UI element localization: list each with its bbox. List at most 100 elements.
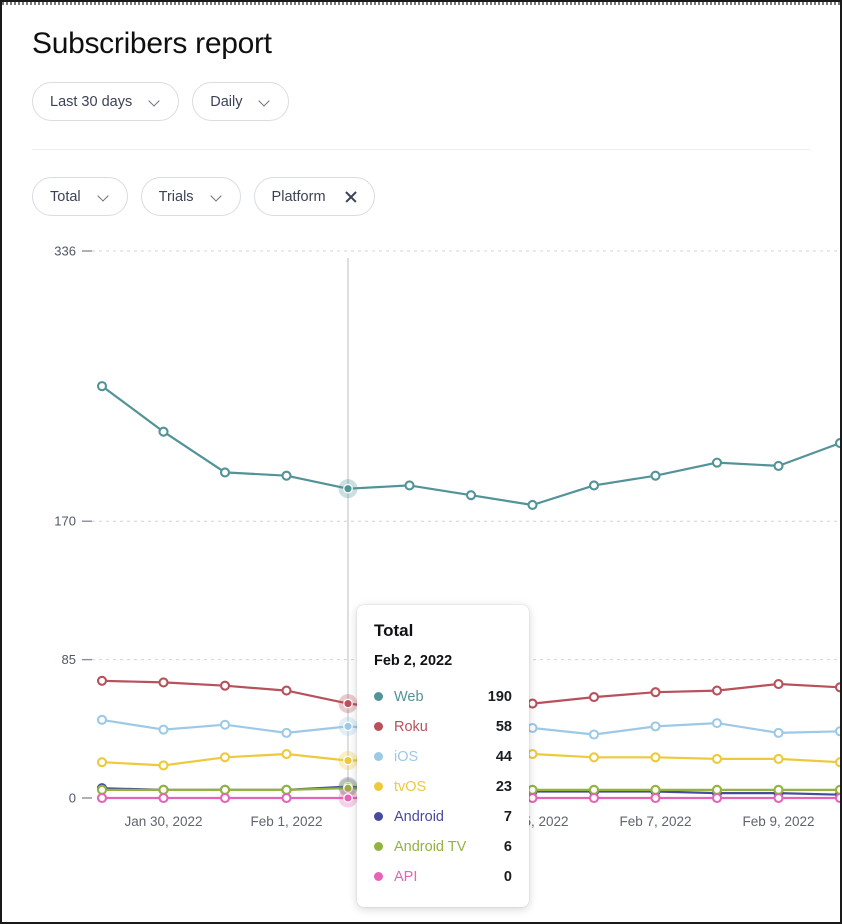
- series-value: 44: [488, 749, 512, 765]
- data-point[interactable]: [160, 786, 168, 794]
- data-point[interactable]: [98, 382, 106, 390]
- data-point[interactable]: [713, 794, 721, 802]
- tooltip-row: Android TV6: [374, 832, 512, 862]
- series-label: Roku: [394, 719, 488, 735]
- data-point[interactable]: [713, 786, 721, 794]
- report-window: Subscribers report Last 30 days Daily To…: [0, 0, 842, 924]
- data-point[interactable]: [160, 794, 168, 802]
- data-point[interactable]: [283, 794, 291, 802]
- y-axis-label: 336: [54, 244, 76, 259]
- data-point[interactable]: [98, 794, 106, 802]
- data-point[interactable]: [98, 677, 106, 685]
- tooltip-row: Web190: [374, 682, 512, 712]
- data-point[interactable]: [590, 481, 598, 489]
- series-label: API: [394, 869, 496, 885]
- data-point[interactable]: [836, 439, 842, 447]
- data-point[interactable]: [160, 428, 168, 436]
- data-point[interactable]: [160, 678, 168, 686]
- x-axis-label: Feb 9, 2022: [742, 814, 814, 829]
- series-color-dot: [374, 782, 383, 791]
- x-axis-label: Feb 1, 2022: [250, 814, 322, 829]
- data-point[interactable]: [406, 481, 414, 489]
- data-point[interactable]: [529, 750, 537, 758]
- data-point[interactable]: [775, 729, 783, 737]
- data-point[interactable]: [775, 462, 783, 470]
- data-point[interactable]: [836, 786, 842, 794]
- data-point[interactable]: [221, 468, 229, 476]
- data-point[interactable]: [467, 491, 475, 499]
- data-point[interactable]: [160, 726, 168, 734]
- series-value: 23: [488, 779, 512, 795]
- series-value: 0: [496, 869, 512, 885]
- data-point[interactable]: [590, 693, 598, 701]
- data-point[interactable]: [775, 794, 783, 802]
- data-point[interactable]: [590, 794, 598, 802]
- data-point[interactable]: [652, 786, 660, 794]
- tooltip-title: Total: [374, 622, 512, 639]
- data-point[interactable]: [221, 786, 229, 794]
- data-point[interactable]: [652, 753, 660, 761]
- trials-filter[interactable]: Trials: [141, 177, 241, 216]
- data-point[interactable]: [529, 794, 537, 802]
- platform-filter-label: Platform: [272, 189, 326, 205]
- hover-data-point[interactable]: [344, 699, 352, 707]
- data-point[interactable]: [713, 687, 721, 695]
- chart-container[interactable]: 085170336Jan 30, 2022Feb 1, 2022Feb 3, 2…: [2, 238, 842, 858]
- data-point[interactable]: [283, 786, 291, 794]
- platform-filter[interactable]: Platform: [254, 177, 375, 216]
- hover-data-point[interactable]: [344, 756, 352, 764]
- data-point[interactable]: [836, 794, 842, 802]
- report-page: Subscribers report Last 30 days Daily To…: [2, 5, 840, 922]
- chevron-down-icon: [99, 191, 110, 202]
- data-point[interactable]: [775, 755, 783, 763]
- data-point[interactable]: [836, 727, 842, 735]
- interval-select[interactable]: Daily: [192, 82, 289, 121]
- metric-filter[interactable]: Total: [32, 177, 128, 216]
- data-point[interactable]: [98, 758, 106, 766]
- data-point[interactable]: [590, 786, 598, 794]
- page-title: Subscribers report: [32, 27, 810, 60]
- hover-data-point[interactable]: [344, 794, 352, 802]
- data-point[interactable]: [283, 472, 291, 480]
- data-point[interactable]: [98, 786, 106, 794]
- y-axis-label: 170: [54, 514, 76, 529]
- data-point[interactable]: [652, 722, 660, 730]
- data-point[interactable]: [529, 501, 537, 509]
- data-point[interactable]: [221, 753, 229, 761]
- data-point[interactable]: [713, 719, 721, 727]
- data-point[interactable]: [221, 721, 229, 729]
- date-range-label: Last 30 days: [50, 94, 132, 110]
- chevron-down-icon: [260, 96, 271, 107]
- data-point[interactable]: [652, 688, 660, 696]
- data-point[interactable]: [652, 472, 660, 480]
- data-point[interactable]: [713, 755, 721, 763]
- data-point[interactable]: [590, 753, 598, 761]
- close-icon[interactable]: [344, 190, 357, 203]
- data-point[interactable]: [775, 786, 783, 794]
- data-point[interactable]: [529, 786, 537, 794]
- series-color-dot: [374, 692, 383, 701]
- data-point[interactable]: [836, 758, 842, 766]
- data-point[interactable]: [283, 750, 291, 758]
- data-point[interactable]: [529, 724, 537, 732]
- series-value: 7: [496, 809, 512, 825]
- hover-data-point[interactable]: [344, 722, 352, 730]
- header-controls: Last 30 days Daily: [32, 82, 810, 121]
- data-point[interactable]: [713, 459, 721, 467]
- data-point[interactable]: [590, 731, 598, 739]
- data-point[interactable]: [98, 716, 106, 724]
- data-point[interactable]: [221, 794, 229, 802]
- hover-data-point[interactable]: [344, 484, 352, 492]
- trials-filter-label: Trials: [159, 189, 194, 205]
- data-point[interactable]: [836, 683, 842, 691]
- data-point[interactable]: [283, 729, 291, 737]
- data-point[interactable]: [652, 794, 660, 802]
- series-color-dot: [374, 752, 383, 761]
- date-range-select[interactable]: Last 30 days: [32, 82, 179, 121]
- filter-bar: Total Trials Platform: [2, 150, 840, 216]
- data-point[interactable]: [160, 761, 168, 769]
- data-point[interactable]: [775, 680, 783, 688]
- data-point[interactable]: [221, 682, 229, 690]
- data-point[interactable]: [283, 687, 291, 695]
- data-point[interactable]: [529, 700, 537, 708]
